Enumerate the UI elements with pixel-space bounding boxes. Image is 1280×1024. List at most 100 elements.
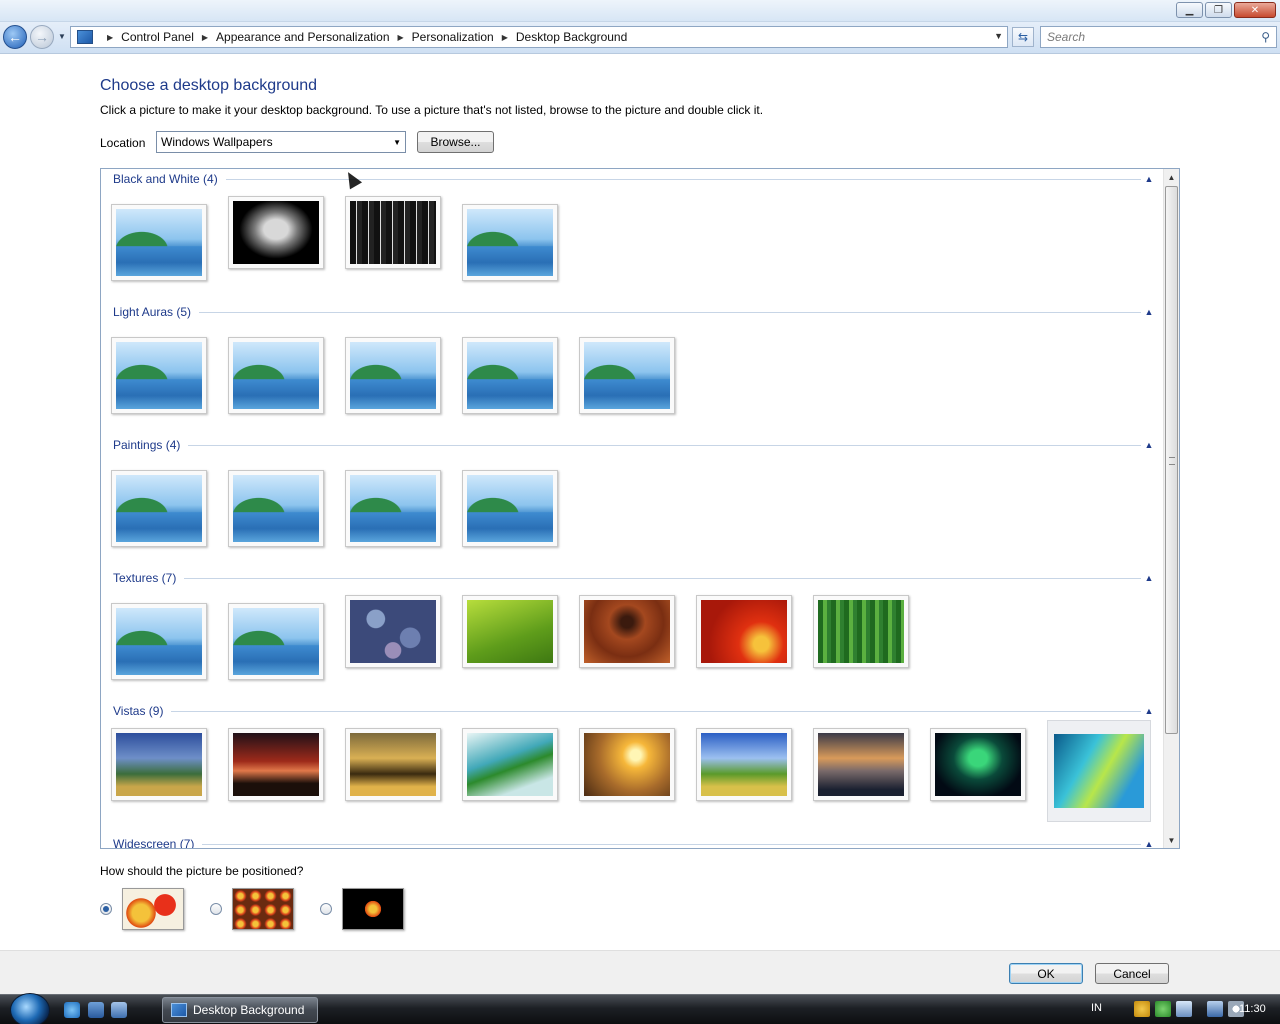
collapse-icon[interactable]: ▲ [1141,307,1157,317]
address-dropdown-icon[interactable]: ▼ [994,31,1003,41]
ok-button[interactable]: OK [1009,963,1083,984]
group-header[interactable]: Black and White (4) ▲ [113,171,1157,187]
position-fit-radio[interactable] [100,903,112,915]
wallpaper-thumbnail[interactable] [579,728,675,801]
position-center-radio[interactable] [320,903,332,915]
wallpaper-thumbnail[interactable] [462,728,558,801]
wallpaper-thumbnail[interactable] [228,603,324,680]
network-connections-icon[interactable] [1207,1001,1223,1017]
wallpaper-thumbnail[interactable] [111,337,207,414]
group-header[interactable]: Paintings (4) ▲ [113,437,1157,453]
chevron-right-icon[interactable]: ▶ [502,33,508,42]
close-icon[interactable]: ✕ [1234,2,1276,18]
browse-button[interactable]: Browse... [417,131,494,153]
clock[interactable]: 11:30 [1239,1003,1266,1015]
wallpaper-thumbnail[interactable] [696,728,792,801]
group-widescreen: Widescreen (7) ▲ [101,834,1163,848]
group-title: Vistas (9) [113,704,164,718]
show-desktop-icon[interactable] [88,1002,104,1018]
position-tile-radio[interactable] [210,903,222,915]
wallpaper-thumbnail[interactable] [111,204,207,281]
position-label: How should the picture be positioned? [100,864,304,878]
wallpaper-thumbnail[interactable] [111,470,207,547]
wallpaper-thumbnail[interactable] [228,337,324,414]
wallpaper-thumbnail[interactable] [462,337,558,414]
group-header[interactable]: Vistas (9) ▲ [113,703,1157,719]
wallpaper-thumbnail[interactable] [579,337,675,414]
taskbar-item-desktop-background[interactable]: Desktop Background [162,997,318,1023]
chevron-down-icon[interactable]: ▼ [393,138,401,147]
collapse-icon[interactable]: ▲ [1141,174,1157,184]
wallpaper-thumbnail[interactable] [111,728,207,801]
group-header[interactable]: Light Auras (5) ▲ [113,304,1157,320]
breadcrumb-desktop-background[interactable]: Desktop Background [516,30,627,44]
internet-explorer-icon[interactable] [64,1002,80,1018]
scroll-down-icon[interactable]: ▼ [1164,832,1179,848]
group-header[interactable]: Widescreen (7) ▲ [113,836,1157,848]
collapse-icon[interactable]: ▲ [1141,440,1157,450]
wallpaper-thumbnail[interactable] [228,728,324,801]
security-shield-icon[interactable] [1134,1001,1150,1017]
wallpaper-thumbnail[interactable] [930,728,1026,801]
position-center[interactable] [320,888,404,930]
wallpaper-thumbnail[interactable] [345,728,441,801]
scroll-up-icon[interactable]: ▲ [1164,169,1179,185]
start-button[interactable] [10,993,50,1024]
group-header[interactable]: Textures (7) ▲ [113,570,1157,586]
chevron-right-icon[interactable]: ▶ [107,33,113,42]
wallpaper-thumbnail[interactable] [345,196,441,269]
fit-preview-image[interactable] [122,888,184,930]
position-tile[interactable] [210,888,294,930]
page-description: Click a picture to make it your desktop … [100,103,764,117]
chevron-right-icon[interactable]: ▶ [202,33,208,42]
breadcrumb-appearance[interactable]: Appearance and Personalization [216,30,389,44]
collapse-icon[interactable]: ▲ [1141,573,1157,583]
wallpaper-thumbnail[interactable] [813,595,909,668]
wallpaper-thumbnail[interactable] [579,595,675,668]
center-preview-image[interactable] [342,888,404,930]
collapse-icon[interactable]: ▲ [1141,706,1157,716]
position-fit[interactable] [100,888,184,930]
wallpaper-thumbnail[interactable] [462,470,558,547]
breadcrumb-personalization[interactable]: Personalization [412,30,494,44]
switch-windows-icon[interactable] [111,1002,127,1018]
vertical-scrollbar[interactable]: ▲ ▼ [1163,169,1179,848]
breadcrumb-control-panel[interactable]: Control Panel [121,30,194,44]
wallpaper-thumbnail-selected[interactable] [1047,720,1151,822]
tile-preview-image[interactable] [232,888,294,930]
recent-pages-dropdown-icon[interactable]: ▼ [58,32,66,41]
wallpaper-thumbnail[interactable] [228,470,324,547]
search-icon[interactable]: ⚲ [1261,30,1270,44]
wallpaper-thumbnail[interactable] [345,470,441,547]
wallpaper-thumbnail[interactable] [462,204,558,281]
minimize-icon[interactable]: ▁ [1176,2,1203,18]
scrollbar-thumb[interactable] [1165,186,1178,734]
cancel-button[interactable]: Cancel [1095,963,1169,984]
search-input[interactable]: Search ⚲ [1040,26,1277,48]
address-bar[interactable]: ▶ Control Panel ▶ Appearance and Persona… [70,26,1008,48]
page-title: Choose a desktop background [100,77,318,94]
group-light-auras: Light Auras (5) ▲ [101,302,1163,435]
language-indicator[interactable]: IN [1091,1002,1102,1014]
wallpaper-thumbnail[interactable] [111,603,207,680]
group-black-and-white: Black and White (4) ▲ [101,169,1163,302]
wallpaper-thumbnail[interactable] [345,595,441,668]
restore-icon[interactable]: ❐ [1205,2,1232,18]
update-check-icon[interactable] [1155,1001,1171,1017]
wallpaper-thumbnail[interactable] [696,595,792,668]
location-select[interactable]: Windows Wallpapers ▼ [156,131,406,153]
wallpaper-thumbnail[interactable] [228,196,324,269]
group-title: Light Auras (5) [113,305,192,319]
forward-button[interactable]: → [30,25,54,49]
group-title: Textures (7) [113,571,177,585]
main-content: Choose a desktop background Click a pict… [0,55,1280,950]
wallpaper-thumbnail[interactable] [345,337,441,414]
collapse-icon[interactable]: ▲ [1141,839,1157,848]
back-button[interactable]: ← [3,25,27,49]
refresh-button[interactable]: ⇆ [1012,27,1034,47]
chevron-right-icon[interactable]: ▶ [398,33,404,42]
wallpaper-gallery[interactable]: ▲ ▼ Black and White (4) ▲ Light Auras (5… [100,168,1180,849]
network-icon[interactable] [1176,1001,1192,1017]
wallpaper-thumbnail[interactable] [462,595,558,668]
wallpaper-thumbnail[interactable] [813,728,909,801]
